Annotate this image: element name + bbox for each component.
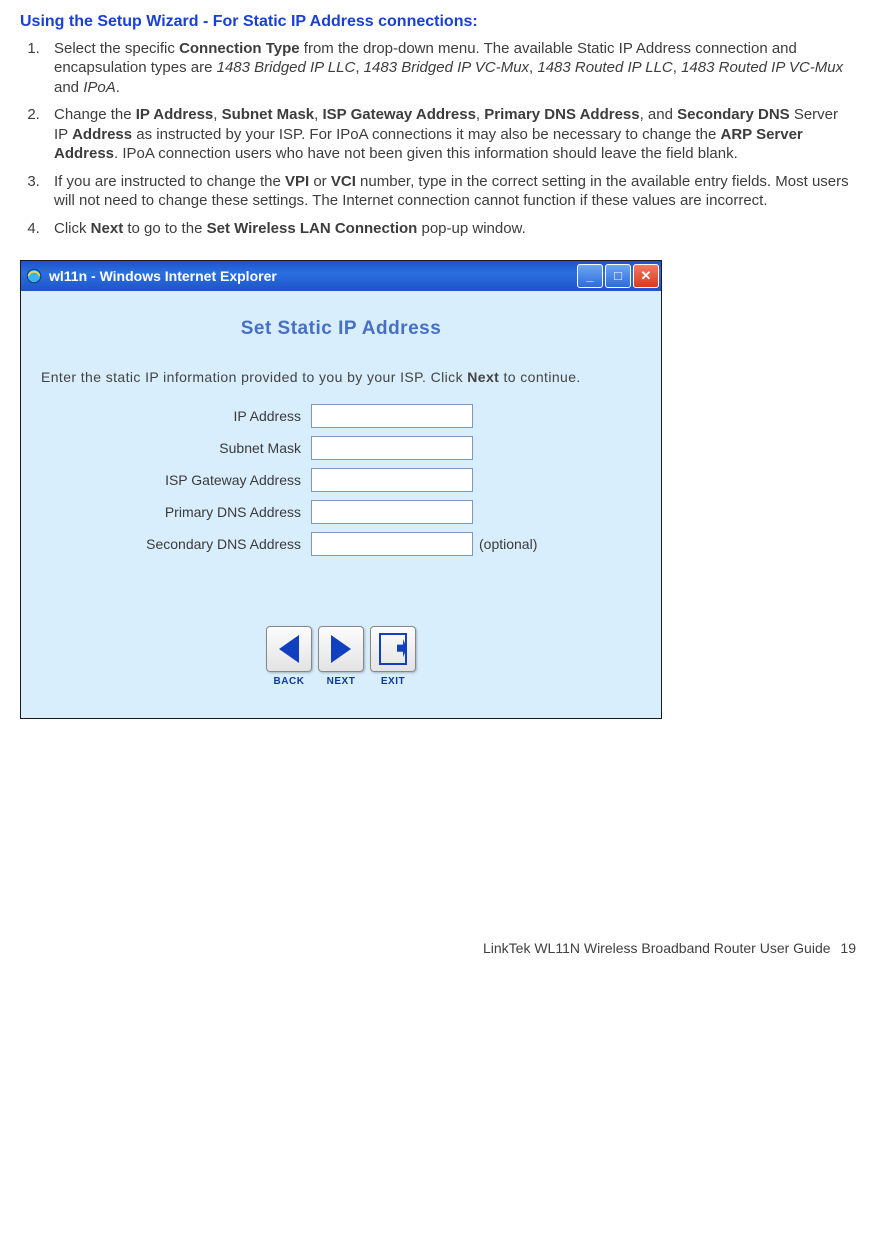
exit-icon — [379, 633, 407, 665]
wizard-intro: Enter the static IP information provided… — [41, 368, 641, 386]
label-secondary-dns: Secondary DNS Address — [41, 535, 311, 553]
exit-button[interactable]: EXIT — [370, 626, 416, 688]
step-2: Change the IP Address, Subnet Mask, ISP … — [44, 105, 856, 164]
close-button[interactable]: ✕ — [633, 264, 659, 288]
input-secondary-dns[interactable] — [311, 532, 473, 556]
arrow-right-icon — [331, 635, 351, 663]
back-button[interactable]: BACK — [266, 626, 312, 688]
section-heading: Using the Setup Wizard - For Static IP A… — [20, 12, 856, 33]
page-number: 19 — [840, 940, 856, 956]
wizard-title: Set Static IP Address — [41, 317, 641, 342]
input-ip-address[interactable] — [311, 404, 473, 428]
label-subnet-mask: Subnet Mask — [41, 439, 311, 457]
wizard-window: wl11n - Windows Internet Explorer _ □ ✕ … — [20, 260, 662, 719]
step-3: If you are instructed to change the VPI … — [44, 172, 856, 211]
page-footer: LinkTek WL11N Wireless Broadband Router … — [20, 939, 856, 957]
step-4: Click Next to go to the Set Wireless LAN… — [44, 219, 856, 239]
footer-text: LinkTek WL11N Wireless Broadband Router … — [483, 940, 831, 956]
input-subnet-mask[interactable] — [311, 436, 473, 460]
label-isp-gateway: ISP Gateway Address — [41, 471, 311, 489]
step-1: Select the specific Connection Type from… — [44, 39, 856, 98]
window-titlebar: wl11n - Windows Internet Explorer _ □ ✕ — [21, 261, 661, 291]
arrow-left-icon — [279, 635, 299, 663]
label-primary-dns: Primary DNS Address — [41, 503, 311, 521]
steps-list: Select the specific Connection Type from… — [44, 39, 856, 239]
ie-icon — [25, 267, 43, 285]
label-ip-address: IP Address — [41, 407, 311, 425]
minimize-button[interactable]: _ — [577, 264, 603, 288]
input-primary-dns[interactable] — [311, 500, 473, 524]
next-button[interactable]: NEXT — [318, 626, 364, 688]
input-isp-gateway[interactable] — [311, 468, 473, 492]
maximize-button[interactable]: □ — [605, 264, 631, 288]
optional-note: (optional) — [479, 535, 537, 553]
window-title: wl11n - Windows Internet Explorer — [49, 267, 277, 285]
